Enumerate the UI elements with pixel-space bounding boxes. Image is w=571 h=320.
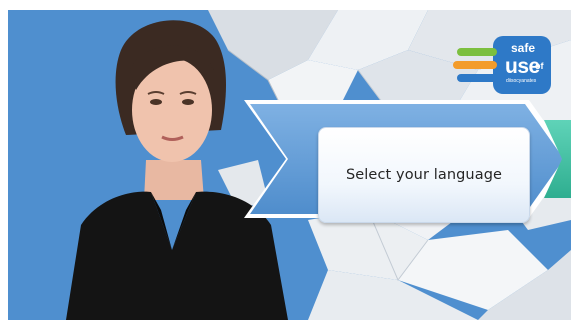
logo-text-sub: diisocyanates bbox=[506, 78, 537, 84]
safe-use-logo: safe use of diisocyanates bbox=[453, 32, 553, 98]
video-frame[interactable]: Select your language safe use of diisocy… bbox=[8, 10, 571, 320]
logo-text-safe: safe bbox=[511, 41, 536, 55]
select-language-button[interactable]: Select your language bbox=[318, 127, 530, 223]
logo-text-of: of bbox=[535, 61, 544, 71]
select-language-label: Select your language bbox=[345, 167, 503, 183]
page-frame: Select your language safe use of diisocy… bbox=[0, 0, 571, 320]
